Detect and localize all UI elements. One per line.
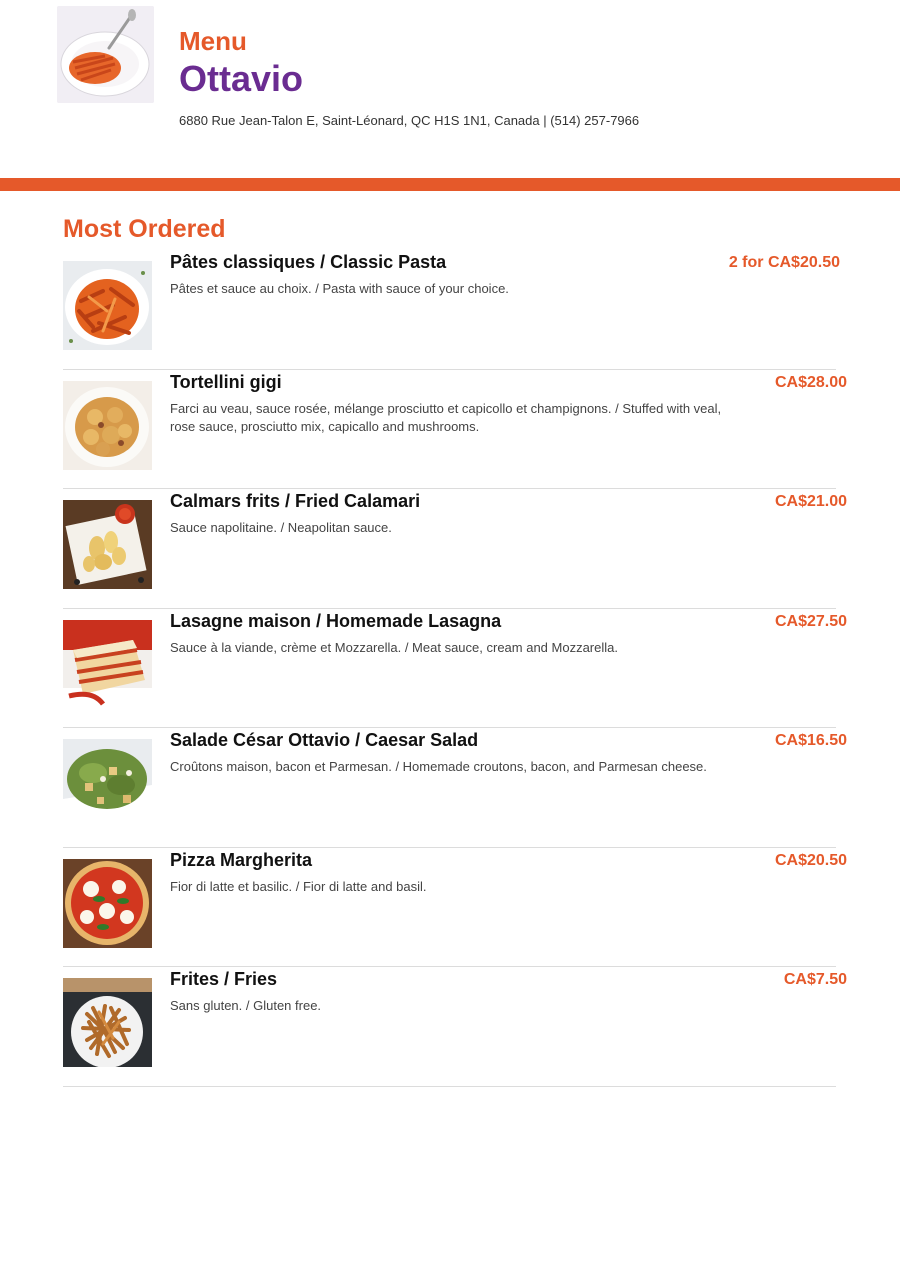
menu-item[interactable]: Pâtes classiques / Classic Pasta Pâtes e… — [63, 250, 900, 370]
item-price: CA$21.00 — [774, 493, 847, 510]
menu-label: Menu — [179, 26, 247, 56]
section-title: Most Ordered — [63, 215, 226, 243]
menu-item-list: Pâtes classiques / Classic Pasta Pâtes e… — [63, 250, 900, 1087]
item-description: Sauce à la viande, crème et Mozzarella. … — [170, 639, 618, 655]
item-description: Croûtons maison, bacon et Parmesan. / Ho… — [170, 759, 707, 774]
item-price: CA$7.50 — [783, 971, 847, 988]
item-description: Sauce napolitaine. / Neapolitan sauce. — [170, 520, 392, 535]
menu-item[interactable]: Pizza Margherita Fior di latte et basili… — [63, 848, 900, 967]
lasagna-photo — [63, 619, 152, 709]
item-description: Farci au veau, sauce rosée, mélange pros… — [170, 400, 722, 434]
calamari-photo — [63, 500, 152, 589]
item-description: Sans gluten. / Gluten free. — [170, 998, 322, 1013]
menu-item[interactable]: Lasagne maison / Homemade Lasagna Sauce … — [63, 609, 900, 728]
item-price: CA$20.50 — [774, 851, 847, 869]
item-description: Fior di latte et basilic. / Fior di latt… — [170, 878, 427, 894]
pizza-photo — [63, 858, 152, 948]
header-divider-bar — [0, 178, 900, 191]
restaurant-address: 6880 Rue Jean-Talon E, Saint-Léonard, QC… — [179, 113, 640, 128]
item-price: CA$27.50 — [774, 612, 847, 630]
item-divider — [63, 1085, 836, 1087]
fries-photo — [63, 978, 152, 1067]
pasta-plate-photo — [57, 6, 154, 103]
menu-item[interactable]: Salade César Ottavio / Caesar Salad Croû… — [63, 728, 900, 848]
caesar-salad-photo — [63, 739, 152, 828]
restaurant-name: Ottavio — [179, 58, 304, 99]
item-name: Calmars frits / Fried Calamari — [170, 491, 421, 511]
item-name: Pizza Margherita — [170, 849, 313, 870]
restaurant-logo — [57, 6, 154, 103]
item-name: Tortellini gigi — [170, 371, 282, 392]
item-name: Salade César Ottavio / Caesar Salad — [170, 730, 479, 750]
menu-item[interactable]: Frites / Fries Sans gluten. / Gluten fre… — [63, 967, 900, 1087]
item-name: Lasagne maison / Homemade Lasagna — [170, 610, 502, 631]
tortellini-photo — [63, 380, 152, 470]
item-name: Pâtes classiques / Classic Pasta — [170, 252, 447, 272]
menu-item[interactable]: Tortellini gigi Farci au veau, sauce ros… — [63, 370, 900, 489]
item-price: CA$16.50 — [774, 732, 847, 749]
penne-pasta-photo — [63, 261, 152, 350]
item-description: Pâtes et sauce au choix. / Pasta with sa… — [170, 281, 509, 296]
item-price: 2 for CA$20.50 — [728, 254, 840, 271]
item-name: Frites / Fries — [170, 969, 278, 989]
menu-item[interactable]: Calmars frits / Fried Calamari Sauce nap… — [63, 489, 900, 609]
item-price: CA$28.00 — [774, 373, 847, 391]
